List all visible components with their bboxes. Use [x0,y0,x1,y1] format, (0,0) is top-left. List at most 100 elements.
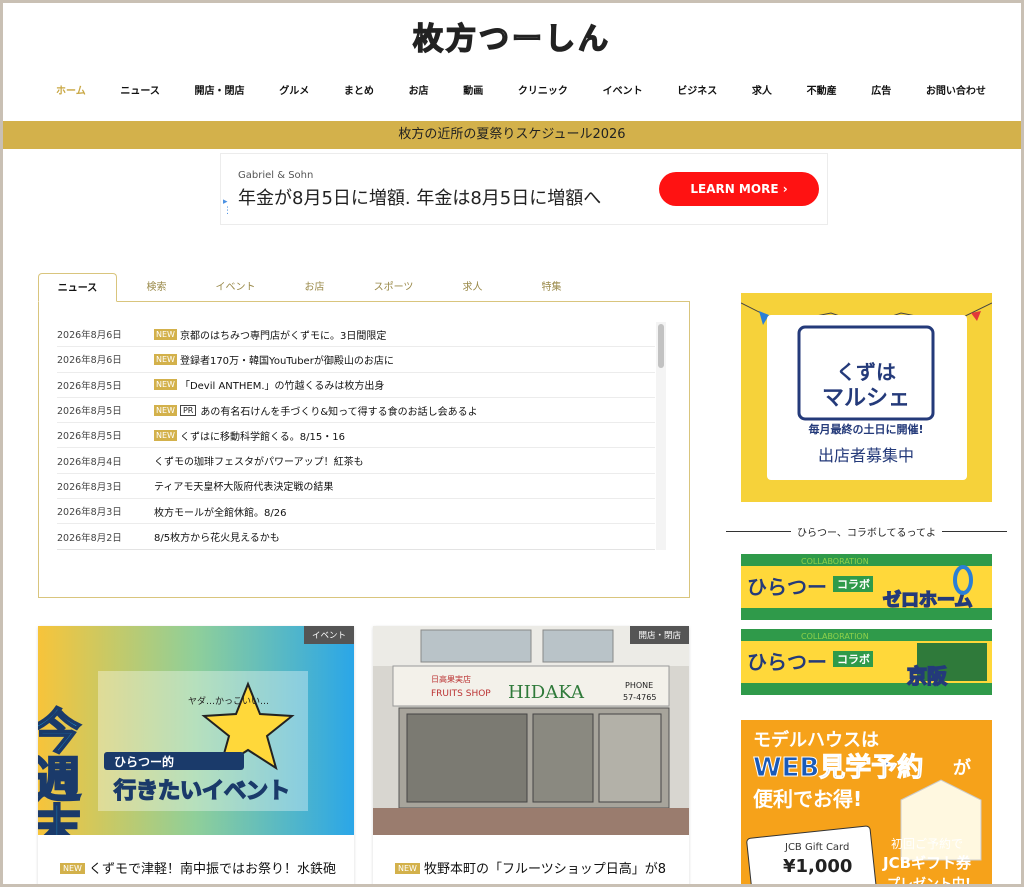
learn-more-button[interactable]: LEARN MORE › [659,172,819,206]
svg-text:¥1,000: ¥1,000 [783,856,852,877]
svg-text:日高果実店: 日高果実店 [431,674,471,684]
nav-item-3[interactable]: グルメ [279,82,309,97]
svg-text:モデルハウスは: モデルハウスは [753,729,879,751]
news-row[interactable]: 2026年8月5日 NEW PR あの有名石けんを手づくり&知って得する食のお話し会あ… [57,398,655,424]
news-title[interactable]: 枚方モールが全館休館。8/26 [154,504,286,519]
main-nav: ホーム ニュース 開店・閉店 グルメ まとめ お店 動画 クリニック イベント ビジネス 求人 不動産… [56,82,986,97]
news-date: 2026年8月3日 [57,507,122,519]
category-badge[interactable]: イベント [303,626,354,644]
svg-text:PHONE: PHONE [625,681,653,690]
thumb-big-text: 今週末 [38,706,81,835]
news-row[interactable]: 2026年8月6日 NEW 京都のはちみつ専門店がくずモに。3日間限定 [57,322,655,348]
svg-text:COLLABORATION: COLLABORATION [801,557,869,566]
svg-text:行きたいイベント: 行きたいイベント [113,778,290,804]
nav-item-11[interactable]: 不動産 [807,82,837,97]
new-badge: NEW [154,379,177,391]
new-badge: NEW [154,328,177,340]
news-title[interactable]: 「Devil ANTHEM.」の竹越くるみは枚方出身 [180,377,384,392]
ad-info-icon[interactable]: ▸ ⋮ [223,198,232,216]
svg-text:プレゼント中!: プレゼント中! [887,876,971,887]
nav-item-10[interactable]: 求人 [752,82,772,97]
news-title[interactable]: あの有名石けんを手づくり&知って得する食のお話し会あるよ [200,403,477,418]
nav-item-4[interactable]: まとめ [344,82,374,97]
nav-item-5[interactable]: お店 [409,82,429,97]
news-scrollbar[interactable] [656,322,666,550]
svg-text:出店者募集中: 出店者募集中 [818,446,914,465]
svg-text:JCBギフト券: JCBギフト券 [882,854,972,872]
svg-text:57-4765: 57-4765 [623,693,656,702]
news-date: 2026年8月3日 [57,481,122,493]
site-logo[interactable]: 枚方つーしん [0,14,1024,58]
news-date: 2026年8月4日 [57,456,122,468]
svg-text:COLLABORATION: COLLABORATION [801,632,869,641]
news-date: 2026年8月5日 [57,406,122,418]
svg-text:京阪: 京阪 [907,664,948,688]
news-title[interactable]: 登録者170万・韓国YouTuberが御殿山のお店に [180,352,394,367]
svg-text:ひらつー的: ひらつー的 [114,754,174,769]
nav-item-0[interactable]: ホーム [56,82,86,97]
news-row[interactable]: 2026年8月2日 8/5枚方から花火見えるかも [57,524,655,549]
news-row[interactable]: 2026年8月5日 NEW 「Devil ANTHEM.」の竹越くるみは枚方出身 [57,373,655,398]
news-row[interactable]: 2026年8月4日 くずモの珈琲フェスタがパワーアップ！紅茶も [57,448,655,474]
category-badge[interactable]: 開店・閉店 [630,626,689,644]
ad-headline[interactable]: 年金が8月5日に増額. 年金は8月5日に増額へ [238,184,601,210]
tab-4[interactable]: スポーツ [354,273,433,302]
article-card-event[interactable]: 今週末 ヤダ…かっこいい… ひらつー的 行きたいイベント イベント NEWくずモ… [38,626,354,887]
new-badge: NEW [154,429,177,441]
news-title[interactable]: 京都のはちみつ専門店がくずモに。3日間限定 [180,327,386,342]
svg-text:ヤダ…かっこいい…: ヤダ…かっこいい… [188,695,269,707]
scrollbar-thumb[interactable] [658,324,664,368]
svg-text:ひらつー: ひらつー [747,650,827,674]
news-list: 2026年8月6日 NEW 京都のはちみつ専門店がくずモに。3日間限定 2026年8月… [57,322,655,550]
svg-text:コラボ: コラボ [837,577,870,591]
svg-text:毎月最終の土日に開催!: 毎月最終の土日に開催! [808,422,923,436]
news-title[interactable]: くずはに移動科学館くる。8/15・16 [180,428,345,443]
collab-banner-zerohome[interactable]: COLLABORATION ひらつー コラボ ゼロホーム [741,554,992,620]
svg-text:FRUITS SHOP: FRUITS SHOP [431,689,491,699]
tab-0[interactable]: ニュース [38,273,117,302]
news-row[interactable]: 2026年8月3日 枚方モールが全館休館。8/26 [57,499,655,525]
tab-1[interactable]: 検索 [117,273,196,302]
news-title[interactable]: くずモの珈琲フェスタがパワーアップ！紅茶も [154,453,364,468]
collab-banner-keihan[interactable]: COLLABORATION ひらつー コラボ 京阪 [741,629,992,695]
tab-6[interactable]: 特集 [512,273,591,302]
nav-item-9[interactable]: ビジネス [677,82,717,97]
news-date: 2026年8月2日 [57,532,122,544]
featured-banner[interactable]: 枚方の近所の夏祭りスケジュール2026 [0,121,1024,149]
svg-text:便利でお得!: 便利でお得! [753,787,862,811]
article-thumbnail[interactable]: 日高果実店 FRUITS SHOP HIDAKA PHONE 57-4765 [373,626,689,835]
tab-3[interactable]: お店 [275,273,354,302]
svg-text:が: が [953,757,971,779]
news-date: 2026年8月5日 [57,380,122,392]
nav-item-6[interactable]: 動画 [463,82,483,97]
news-date: 2026年8月6日 [57,355,122,367]
news-date: 2026年8月5日 [57,431,122,443]
news-panel: 2026年8月6日 NEW 京都のはちみつ専門店がくずモに。3日間限定 2026年8月… [38,301,690,598]
nav-item-8[interactable]: イベント [603,82,643,97]
news-date: 2026年8月6日 [57,330,122,342]
ad-banner[interactable]: Gabriel & Sohn 年金が8月5日に増額. 年金は8月5日に増額へ L… [220,153,828,225]
news-title[interactable]: 8/5枚方から花火見えるかも [154,529,280,544]
nav-item-13[interactable]: お問い合わせ [926,82,986,97]
nav-item-7[interactable]: クリニック [518,82,568,97]
article-title[interactable]: NEW 牧野本町の「フルーツショップ日高」が8 [395,860,675,879]
news-row[interactable]: 2026年8月5日 NEW くずはに移動科学館くる。8/15・16 [57,423,655,449]
article-title[interactable]: NEW くずモで津軽！南中振ではお祭り！水鉄砲 [60,860,340,879]
svg-text:コラボ: コラボ [837,652,870,666]
article-card-shop[interactable]: 日高果実店 FRUITS SHOP HIDAKA PHONE 57-4765 開… [373,626,689,887]
article-thumbnail[interactable]: 今週末 ヤダ…かっこいい… ひらつー的 行きたいイベント [38,626,354,835]
kuzuha-marche-banner[interactable]: くずは マルシェ 毎月最終の土日に開催! 出店者募集中 [741,293,992,502]
tab-5[interactable]: 求人 [433,273,512,302]
collab-heading: ひらつー、コラボしてるってよ [726,524,1008,539]
nav-item-2[interactable]: 開店・閉店 [195,82,245,97]
tab-2[interactable]: イベント [196,273,275,302]
news-row[interactable]: 2026年8月3日 ティアモ天皇杯大阪府代表決定戦の結果 [57,474,655,500]
news-title[interactable]: ティアモ天皇杯大阪府代表決定戦の結果 [154,478,333,493]
svg-text:マルシェ: マルシェ [822,386,910,411]
nav-item-1[interactable]: ニュース [120,82,160,97]
ad-advertiser: Gabriel & Sohn [238,170,314,181]
nav-item-12[interactable]: 広告 [871,82,891,97]
new-badge: NEW [154,353,177,365]
model-house-banner[interactable]: モデルハウスは WEB見学予約 が 便利でお得! JCB Gift Card ¥… [741,720,992,887]
news-row[interactable]: 2026年8月6日 NEW 登録者170万・韓国YouTuberが御殿山のお店に [57,347,655,373]
